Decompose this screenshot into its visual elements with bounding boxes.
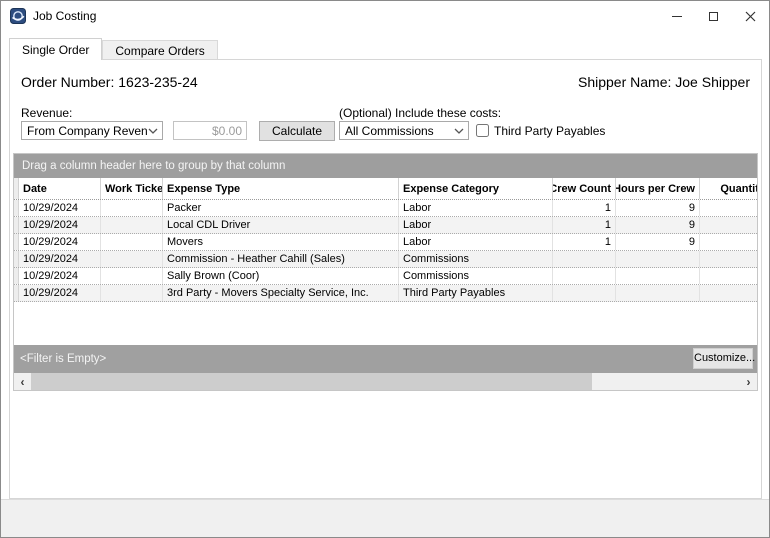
job-costing-window: Job Costing Single Order Compare Orders …	[0, 0, 770, 538]
revenue-label: Revenue:	[21, 106, 73, 120]
tab-single-order[interactable]: Single Order	[9, 38, 103, 60]
grid-cell[interactable]: 1	[553, 234, 616, 250]
commissions-dropdown[interactable]: All Commissions	[339, 121, 469, 140]
grid-header-row: Date Work Ticket Expense Type Expense Categ…	[14, 178, 757, 200]
grid-cell[interactable]: Commissions	[399, 268, 553, 284]
grid-cell[interactable]	[553, 285, 616, 301]
commissions-value: All Commissions	[345, 123, 434, 138]
column-header-hours-per-crew[interactable]: Hours per Crew	[616, 178, 700, 199]
dialog-footer: Close	[1, 499, 769, 537]
grid-cell[interactable]: 10/29/2024	[19, 217, 101, 233]
grid-cell[interactable]: Commission - Heather Cahill (Sales)	[163, 251, 399, 267]
chevron-down-icon	[148, 128, 158, 134]
grid-cell[interactable]: 3rd Party - Movers Specialty Service, In…	[163, 285, 399, 301]
column-header-quantity[interactable]: Quantity	[700, 178, 757, 199]
table-row[interactable]: 10/29/2024 Movers Labor 1 9	[14, 234, 757, 251]
table-row[interactable]: 10/29/2024 3rd Party - Movers Specialty S…	[14, 285, 757, 302]
filter-band: <Filter is Empty> Customize...	[14, 345, 757, 373]
third-party-payables-checkbox[interactable]	[476, 124, 489, 137]
expenses-grid: Drag a column header here to group by th…	[13, 153, 758, 391]
grid-cell[interactable]	[101, 200, 163, 216]
grid-body: 10/29/2024 Packer Labor 1 9 10/29/2024 Local C…	[14, 200, 757, 302]
grid-cell[interactable]: Packer	[163, 200, 399, 216]
grid-cell[interactable]	[700, 268, 757, 284]
table-row[interactable]: 10/29/2024 Packer Labor 1 9	[14, 200, 757, 217]
grid-cell[interactable]: Labor	[399, 217, 553, 233]
column-header-expense-type[interactable]: Expense Type	[163, 178, 399, 199]
grid-cell[interactable]	[700, 217, 757, 233]
grid-cell[interactable]	[553, 268, 616, 284]
column-header-date[interactable]: Date	[19, 178, 101, 199]
table-row[interactable]: 10/29/2024 Sally Brown (Coor) Commissions	[14, 268, 757, 285]
grid-cell[interactable]	[700, 285, 757, 301]
window-controls	[658, 1, 769, 31]
grid-cell[interactable]: Sally Brown (Coor)	[163, 268, 399, 284]
revenue-amount-input[interactable]	[173, 121, 247, 140]
chevron-down-icon	[454, 128, 464, 134]
group-by-band[interactable]: Drag a column header here to group by th…	[14, 154, 757, 178]
app-logo-icon	[10, 8, 26, 24]
grid-cell[interactable]: Labor	[399, 200, 553, 216]
maximize-icon[interactable]	[695, 1, 732, 31]
grid-cell[interactable]: 9	[616, 200, 700, 216]
grid-cell[interactable]: 10/29/2024	[19, 234, 101, 250]
grid-cell[interactable]: 10/29/2024	[19, 200, 101, 216]
titlebar: Job Costing	[1, 1, 769, 31]
grid-cell[interactable]	[616, 251, 700, 267]
close-window-icon[interactable]	[732, 1, 769, 31]
grid-cell[interactable]: 9	[616, 234, 700, 250]
scroll-left-icon[interactable]: ‹	[14, 373, 31, 390]
horizontal-scrollbar[interactable]: ‹ ›	[14, 373, 757, 390]
scrollbar-thumb[interactable]	[31, 373, 592, 390]
table-row[interactable]: 10/29/2024 Local CDL Driver Labor 1 9	[14, 217, 757, 234]
grid-cell[interactable]	[700, 234, 757, 250]
grid-cell[interactable]	[700, 200, 757, 216]
column-header-expense-category[interactable]: Expense Category	[399, 178, 553, 199]
shipper-name-text: Shipper Name: Joe Shipper	[578, 74, 750, 90]
grid-empty-area	[14, 302, 757, 345]
tab-compare-orders[interactable]: Compare Orders	[102, 40, 218, 60]
grid-cell[interactable]: Movers	[163, 234, 399, 250]
grid-cell[interactable]	[101, 251, 163, 267]
grid-cell[interactable]: 10/29/2024	[19, 251, 101, 267]
column-header-work-ticket[interactable]: Work Ticket	[101, 178, 163, 199]
grid-cell[interactable]	[616, 268, 700, 284]
grid-cell[interactable]	[553, 251, 616, 267]
grid-cell[interactable]: 10/29/2024	[19, 285, 101, 301]
optional-costs-label: (Optional) Include these costs:	[339, 106, 502, 120]
grid-cell[interactable]	[700, 251, 757, 267]
grid-cell[interactable]: 9	[616, 217, 700, 233]
grid-cell[interactable]: Third Party Payables	[399, 285, 553, 301]
revenue-source-value: From Company Revenue	[27, 123, 148, 138]
grid-cell[interactable]: Labor	[399, 234, 553, 250]
column-header-crew-count[interactable]: Crew Count	[553, 178, 616, 199]
grid-cell[interactable]: 1	[553, 200, 616, 216]
grid-cell[interactable]	[101, 285, 163, 301]
order-number-text: Order Number: 1623-235-24	[21, 74, 198, 90]
customize-button[interactable]: Customize...	[693, 348, 755, 369]
filter-status-text: <Filter is Empty>	[20, 353, 107, 365]
grid-cell[interactable]	[616, 285, 700, 301]
table-row[interactable]: 10/29/2024 Commission - Heather Cahill (S…	[14, 251, 757, 268]
grid-cell[interactable]	[101, 217, 163, 233]
grid-cell[interactable]	[101, 268, 163, 284]
grid-cell[interactable]: 1	[553, 217, 616, 233]
grid-cell[interactable]: 10/29/2024	[19, 268, 101, 284]
tab-strip: Single Order Compare Orders	[9, 38, 218, 60]
third-party-payables-label[interactable]: Third Party Payables	[494, 124, 605, 138]
grid-cell[interactable]	[101, 234, 163, 250]
calculate-button[interactable]: Calculate	[259, 121, 335, 141]
window-title: Job Costing	[33, 9, 97, 23]
scroll-right-icon[interactable]: ›	[740, 373, 757, 390]
grid-cell[interactable]: Commissions	[399, 251, 553, 267]
grid-cell[interactable]: Local CDL Driver	[163, 217, 399, 233]
revenue-source-dropdown[interactable]: From Company Revenue	[21, 121, 163, 140]
minimize-icon[interactable]	[658, 1, 695, 31]
